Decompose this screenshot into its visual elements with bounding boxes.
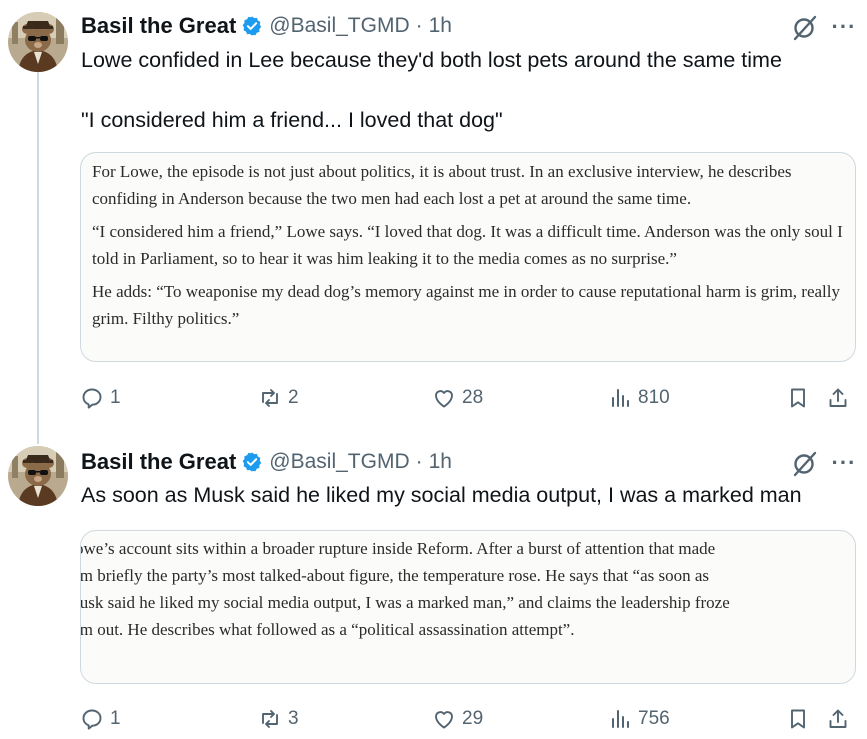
like-button[interactable]: 28 — [432, 383, 483, 413]
bookmark-button[interactable] — [786, 704, 810, 734]
user-handle[interactable]: @Basil_TGMD — [269, 450, 409, 474]
views-button[interactable]: 756 — [608, 704, 670, 734]
user-handle[interactable]: @Basil_TGMD — [269, 14, 409, 38]
display-name[interactable]: Basil the Great — [81, 13, 236, 39]
reply-icon — [82, 709, 102, 730]
tweet-text: Lowe confided in Lee because they'd both… — [81, 48, 782, 72]
tweet-header: Basil the Great @Basil_TGMD · 1h — [81, 11, 452, 41]
verified-badge-icon[interactable] — [241, 15, 263, 37]
display-name[interactable]: Basil the Great — [81, 449, 236, 475]
article-line: im out. He describes what followed as a … — [80, 620, 575, 639]
reply-count: 1 — [110, 708, 121, 729]
more-icon[interactable]: ··· — [829, 13, 859, 41]
like-icon — [435, 711, 453, 729]
article-paragraph: For Lowe, the episode is not just about … — [92, 162, 792, 208]
views-button[interactable]: 810 — [608, 383, 670, 413]
repost-count: 2 — [288, 387, 299, 408]
verified-badge-icon[interactable] — [241, 451, 263, 473]
article-line: im briefly the party’s most talked-about… — [80, 566, 710, 585]
grok-icon[interactable] — [791, 450, 819, 478]
article-screenshot-text: For Lowe, the episode is not just about … — [92, 158, 843, 332]
tweet-text: "I considered him a friend... I loved th… — [81, 108, 503, 132]
like-icon — [435, 390, 453, 408]
share-icon — [829, 709, 847, 728]
media-attachment[interactable]: For Lowe, the episode is not just about … — [80, 152, 856, 362]
timestamp[interactable]: 1h — [429, 450, 452, 474]
repost-button[interactable]: 2 — [258, 383, 299, 413]
reply-count: 1 — [110, 387, 121, 408]
like-button[interactable]: 29 — [432, 704, 483, 734]
reply-button[interactable]: 1 — [80, 383, 121, 413]
tweet[interactable]: Basil the Great @Basil_TGMD · 1h ··· As … — [0, 440, 867, 739]
tweet-actions: 1 2 28 810 — [80, 383, 856, 413]
views-icon — [612, 710, 629, 728]
article-paragraph: He adds: “To weaponise my dead dog’s mem… — [92, 282, 841, 328]
bookmark-icon — [791, 709, 805, 729]
like-count: 28 — [462, 387, 484, 408]
grok-icon[interactable] — [791, 14, 819, 42]
separator-dot: · — [415, 450, 423, 473]
article-paragraph: “I considered him a friend,” Lowe says. … — [92, 222, 843, 268]
article-screenshot-text: owe’s account sits within a broader rupt… — [80, 535, 855, 643]
repost-icon — [262, 389, 278, 407]
share-icon — [829, 388, 847, 407]
avatar[interactable] — [8, 446, 68, 506]
repost-icon — [262, 710, 278, 728]
tweet-actions: 1 3 29 756 — [80, 704, 856, 734]
repost-count: 3 — [288, 708, 299, 729]
share-button[interactable] — [826, 383, 850, 413]
views-icon — [612, 389, 629, 407]
reply-button[interactable]: 1 — [80, 704, 121, 734]
article-line: lusk said he liked my social media outpu… — [80, 593, 730, 612]
share-button[interactable] — [826, 704, 850, 734]
tweet-text: As soon as Musk said he liked my social … — [81, 483, 802, 507]
avatar[interactable] — [8, 12, 68, 72]
article-line: owe’s account sits within a broader rupt… — [80, 539, 716, 558]
bookmark-icon — [791, 388, 805, 408]
view-count: 756 — [638, 708, 670, 729]
separator-dot: · — [415, 14, 423, 37]
view-count: 810 — [638, 387, 670, 408]
bookmark-button[interactable] — [786, 383, 810, 413]
timestamp[interactable]: 1h — [429, 14, 452, 38]
reply-icon — [82, 388, 102, 409]
media-attachment[interactable]: owe’s account sits within a broader rupt… — [80, 530, 856, 684]
more-icon[interactable]: ··· — [829, 449, 859, 477]
repost-button[interactable]: 3 — [258, 704, 299, 734]
tweet-header: Basil the Great @Basil_TGMD · 1h — [81, 447, 452, 477]
tweet[interactable]: Basil the Great @Basil_TGMD · 1h ··· Low… — [0, 0, 867, 440]
like-count: 29 — [462, 708, 484, 729]
